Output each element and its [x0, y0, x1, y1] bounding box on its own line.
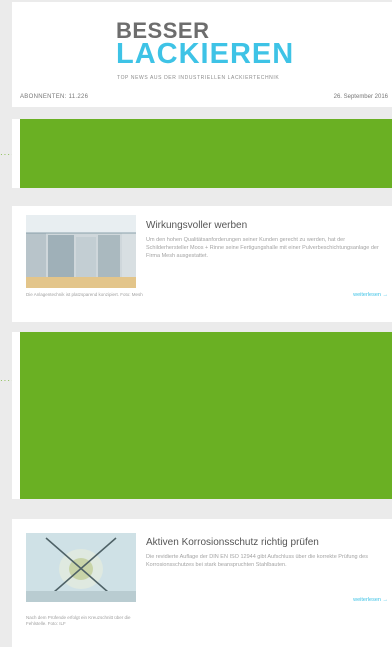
- hall-image: [26, 215, 136, 288]
- divider: [12, 107, 392, 119]
- corrosion-image: [26, 533, 136, 602]
- article-card: Die Anlagentechnik ist platzsparend konz…: [12, 206, 392, 322]
- read-more-link[interactable]: weiterlesen →: [353, 597, 388, 603]
- article-teaser: Um den hohen Qualitätsanforderungen sein…: [146, 237, 379, 259]
- article-teaser: Die revidierte Auflage der DIN EN ISO 12…: [146, 554, 368, 568]
- divider: [12, 188, 392, 206]
- read-more-link[interactable]: weiterlesen →: [353, 292, 388, 298]
- logo-text-lackieren[interactable]: LACKIEREN: [116, 38, 294, 71]
- article-card: Nach dem Prüfende erfolgt ein Kreuzschni…: [12, 519, 392, 647]
- article-image-caption: Die Anlagentechnik ist platzsparend konz…: [26, 292, 143, 297]
- newsletter: BESSER LACKIEREN TOP NEWS AUS DER INDUST…: [12, 2, 392, 647]
- divider: [12, 499, 392, 519]
- subscriber-count: ABONNENTEN: 11.226: [20, 94, 89, 100]
- divider: [12, 322, 392, 332]
- newsletter-header: BESSER LACKIEREN TOP NEWS AUS DER INDUST…: [12, 2, 392, 107]
- tagline: TOP NEWS AUS DER INDUSTRIELLEN LACKIERTE…: [117, 75, 280, 81]
- ad-banner-large[interactable]: [20, 332, 392, 499]
- article-title[interactable]: Wirkungsvoller werben: [146, 220, 247, 231]
- issue-date: 26. September 2016: [333, 94, 388, 100]
- article-title[interactable]: Aktiven Korrosionsschutz richtig prüfen: [146, 537, 319, 548]
- ad-banner-top[interactable]: [20, 119, 392, 188]
- article-image-caption: Nach dem Prüfende erfolgt ein Kreuzschni…: [26, 615, 131, 626]
- article-image-hall[interactable]: [26, 215, 136, 288]
- newsletter-page: ····· ····· BESSER LACKIEREN TOP NEWS AU…: [0, 0, 392, 647]
- article-image-corrosion[interactable]: [26, 533, 136, 602]
